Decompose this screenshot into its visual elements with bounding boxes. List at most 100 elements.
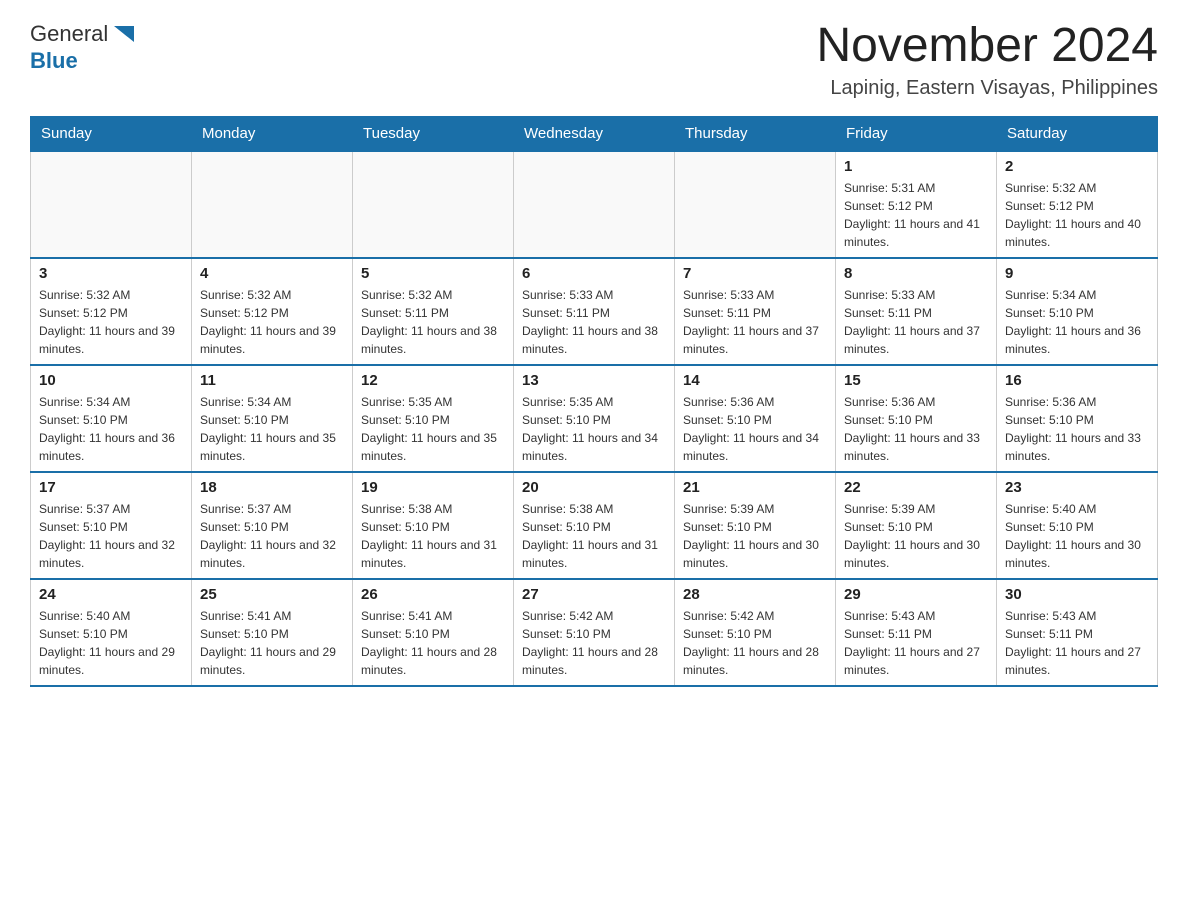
title-block: November 2024 Lapinig, Eastern Visayas, … <box>816 20 1158 100</box>
day-info: Sunrise: 5:35 AM Sunset: 5:10 PM Dayligh… <box>361 393 505 465</box>
calendar-cell: 20 Sunrise: 5:38 AM Sunset: 5:10 PM Dayli… <box>514 472 675 579</box>
calendar-week-row: 17Sunrise: 5:37 AM Sunset: 5:10 PM Dayli… <box>31 472 1158 579</box>
day-number: 11 <box>200 372 344 389</box>
calendar-cell: 30 Sunrise: 5:43 AM Sunset: 5:11 PM Dayli… <box>997 579 1158 686</box>
calendar-header-friday: Friday <box>836 116 997 151</box>
calendar-header-sunday: Sunday <box>31 116 192 151</box>
logo-triangle-icon <box>110 20 138 48</box>
calendar-cell <box>31 151 192 258</box>
day-info: Sunrise: 5:32 AM Sunset: 5:12 PM Dayligh… <box>200 286 344 358</box>
main-title: November 2024 <box>816 20 1158 73</box>
calendar-cell: 26Sunrise: 5:41 AM Sunset: 5:10 PM Dayli… <box>353 579 514 686</box>
day-number: 14 <box>683 372 827 389</box>
calendar-cell <box>675 151 836 258</box>
day-info: Sunrise: 5:37 AM Sunset: 5:10 PM Dayligh… <box>200 500 344 572</box>
calendar-cell: 17Sunrise: 5:37 AM Sunset: 5:10 PM Dayli… <box>31 472 192 579</box>
day-info: Sunrise: 5:42 AM Sunset: 5:10 PM Dayligh… <box>522 607 666 679</box>
day-info: Sunrise: 5:43 AM Sunset: 5:11 PM Dayligh… <box>1005 607 1149 679</box>
logo-text-blue: Blue <box>30 48 78 73</box>
day-number: 10 <box>39 372 183 389</box>
calendar-cell: 22 Sunrise: 5:39 AM Sunset: 5:10 PM Dayli… <box>836 472 997 579</box>
day-number: 21 <box>683 479 827 496</box>
calendar-cell <box>192 151 353 258</box>
day-info: Sunrise: 5:34 AM Sunset: 5:10 PM Dayligh… <box>1005 286 1149 358</box>
calendar-cell: 12 Sunrise: 5:35 AM Sunset: 5:10 PM Dayli… <box>353 365 514 472</box>
calendar-cell <box>514 151 675 258</box>
calendar-cell: 5 Sunrise: 5:32 AM Sunset: 5:11 PM Daylig… <box>353 258 514 365</box>
calendar-cell: 23Sunrise: 5:40 AM Sunset: 5:10 PM Dayli… <box>997 472 1158 579</box>
calendar-cell: 19 Sunrise: 5:38 AM Sunset: 5:10 PM Dayli… <box>353 472 514 579</box>
day-number: 8 <box>844 265 988 282</box>
logo-text-general: General <box>30 21 108 47</box>
day-number: 16 <box>1005 372 1149 389</box>
day-info: Sunrise: 5:32 AM Sunset: 5:12 PM Dayligh… <box>39 286 183 358</box>
calendar-cell: 9 Sunrise: 5:34 AM Sunset: 5:10 PM Daylig… <box>997 258 1158 365</box>
day-info: Sunrise: 5:32 AM Sunset: 5:11 PM Dayligh… <box>361 286 505 358</box>
calendar-cell: 29 Sunrise: 5:43 AM Sunset: 5:11 PM Dayli… <box>836 579 997 686</box>
calendar-cell: 25 Sunrise: 5:41 AM Sunset: 5:10 PM Dayli… <box>192 579 353 686</box>
calendar-week-row: 1Sunrise: 5:31 AM Sunset: 5:12 PM Daylig… <box>31 151 1158 258</box>
day-number: 25 <box>200 586 344 603</box>
day-number: 29 <box>844 586 988 603</box>
day-info: Sunrise: 5:35 AM Sunset: 5:10 PM Dayligh… <box>522 393 666 465</box>
day-info: Sunrise: 5:36 AM Sunset: 5:10 PM Dayligh… <box>844 393 988 465</box>
day-number: 9 <box>1005 265 1149 282</box>
calendar-table: SundayMondayTuesdayWednesdayThursdayFrid… <box>30 116 1158 687</box>
day-info: Sunrise: 5:43 AM Sunset: 5:11 PM Dayligh… <box>844 607 988 679</box>
day-info: Sunrise: 5:33 AM Sunset: 5:11 PM Dayligh… <box>683 286 827 358</box>
day-number: 24 <box>39 586 183 603</box>
calendar-cell: 13Sunrise: 5:35 AM Sunset: 5:10 PM Dayli… <box>514 365 675 472</box>
subtitle: Lapinig, Eastern Visayas, Philippines <box>816 77 1158 100</box>
day-info: Sunrise: 5:40 AM Sunset: 5:10 PM Dayligh… <box>1005 500 1149 572</box>
calendar-cell: 3 Sunrise: 5:32 AM Sunset: 5:12 PM Daylig… <box>31 258 192 365</box>
day-info: Sunrise: 5:39 AM Sunset: 5:10 PM Dayligh… <box>844 500 988 572</box>
day-info: Sunrise: 5:39 AM Sunset: 5:10 PM Dayligh… <box>683 500 827 572</box>
calendar-cell: 14 Sunrise: 5:36 AM Sunset: 5:10 PM Dayli… <box>675 365 836 472</box>
day-info: Sunrise: 5:38 AM Sunset: 5:10 PM Dayligh… <box>361 500 505 572</box>
calendar-header-row: SundayMondayTuesdayWednesdayThursdayFrid… <box>31 116 1158 151</box>
day-info: Sunrise: 5:33 AM Sunset: 5:11 PM Dayligh… <box>844 286 988 358</box>
day-number: 2 <box>1005 158 1149 175</box>
day-number: 26 <box>361 586 505 603</box>
day-number: 20 <box>522 479 666 496</box>
calendar-cell: 27 Sunrise: 5:42 AM Sunset: 5:10 PM Dayli… <box>514 579 675 686</box>
calendar-header-wednesday: Wednesday <box>514 116 675 151</box>
day-number: 15 <box>844 372 988 389</box>
calendar-week-row: 3 Sunrise: 5:32 AM Sunset: 5:12 PM Daylig… <box>31 258 1158 365</box>
calendar-cell <box>353 151 514 258</box>
day-info: Sunrise: 5:42 AM Sunset: 5:10 PM Dayligh… <box>683 607 827 679</box>
day-number: 5 <box>361 265 505 282</box>
day-number: 3 <box>39 265 183 282</box>
calendar-cell: 10 Sunrise: 5:34 AM Sunset: 5:10 PM Dayli… <box>31 365 192 472</box>
day-info: Sunrise: 5:41 AM Sunset: 5:10 PM Dayligh… <box>200 607 344 679</box>
day-info: Sunrise: 5:33 AM Sunset: 5:11 PM Dayligh… <box>522 286 666 358</box>
day-number: 6 <box>522 265 666 282</box>
day-number: 7 <box>683 265 827 282</box>
calendar-cell: 28 Sunrise: 5:42 AM Sunset: 5:10 PM Dayli… <box>675 579 836 686</box>
day-info: Sunrise: 5:38 AM Sunset: 5:10 PM Dayligh… <box>522 500 666 572</box>
calendar-cell: 15 Sunrise: 5:36 AM Sunset: 5:10 PM Dayli… <box>836 365 997 472</box>
day-number: 19 <box>361 479 505 496</box>
calendar-cell: 4 Sunrise: 5:32 AM Sunset: 5:12 PM Daylig… <box>192 258 353 365</box>
calendar-cell: 21 Sunrise: 5:39 AM Sunset: 5:10 PM Dayli… <box>675 472 836 579</box>
calendar-cell: 18 Sunrise: 5:37 AM Sunset: 5:10 PM Dayli… <box>192 472 353 579</box>
day-number: 22 <box>844 479 988 496</box>
day-info: Sunrise: 5:32 AM Sunset: 5:12 PM Dayligh… <box>1005 179 1149 251</box>
calendar-week-row: 10 Sunrise: 5:34 AM Sunset: 5:10 PM Dayli… <box>31 365 1158 472</box>
day-number: 12 <box>361 372 505 389</box>
day-info: Sunrise: 5:36 AM Sunset: 5:10 PM Dayligh… <box>683 393 827 465</box>
day-info: Sunrise: 5:40 AM Sunset: 5:10 PM Dayligh… <box>39 607 183 679</box>
calendar-header-tuesday: Tuesday <box>353 116 514 151</box>
day-info: Sunrise: 5:34 AM Sunset: 5:10 PM Dayligh… <box>39 393 183 465</box>
calendar-cell: 8 Sunrise: 5:33 AM Sunset: 5:11 PM Daylig… <box>836 258 997 365</box>
day-number: 28 <box>683 586 827 603</box>
header: General Blue November 2024 Lapinig, East… <box>30 20 1158 100</box>
day-number: 27 <box>522 586 666 603</box>
calendar-cell: 2 Sunrise: 5:32 AM Sunset: 5:12 PM Daylig… <box>997 151 1158 258</box>
calendar-cell: 16Sunrise: 5:36 AM Sunset: 5:10 PM Dayli… <box>997 365 1158 472</box>
day-number: 30 <box>1005 586 1149 603</box>
day-number: 18 <box>200 479 344 496</box>
day-number: 4 <box>200 265 344 282</box>
logo: General Blue <box>30 20 138 74</box>
day-info: Sunrise: 5:31 AM Sunset: 5:12 PM Dayligh… <box>844 179 988 251</box>
